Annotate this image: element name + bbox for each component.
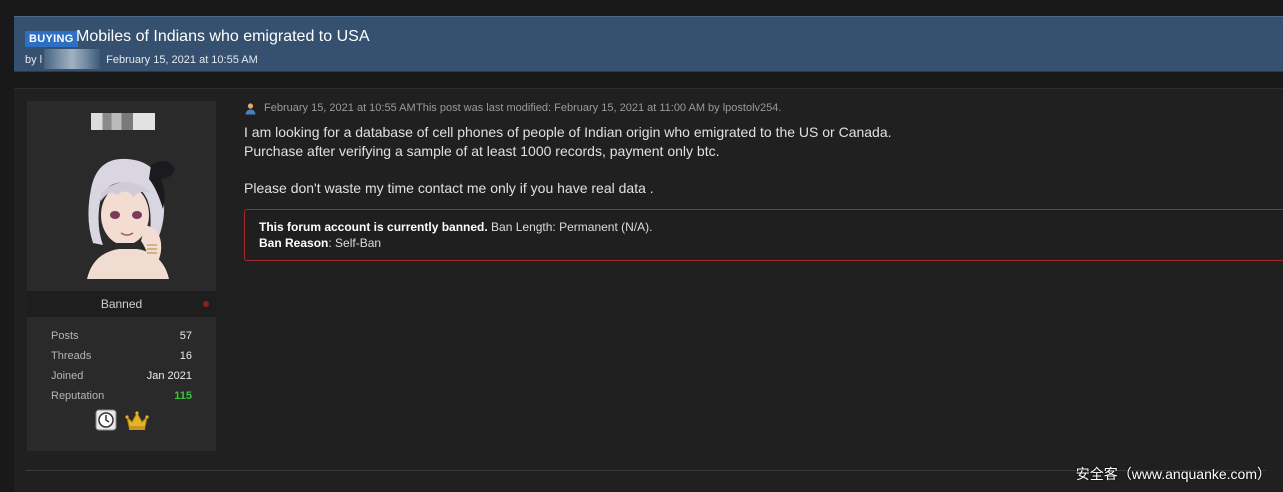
user-status-bar: Banned (27, 291, 216, 317)
thread-date: February 15, 2021 at 10:55 AM (106, 54, 258, 66)
ban-reason-label: Ban Reason (259, 236, 329, 250)
post-content: February 15, 2021 at 10:55 AM This post … (244, 101, 1283, 261)
stat-label: Threads (51, 350, 92, 362)
reputation-value[interactable]: 115 (174, 390, 192, 402)
ban-length-line: This forum account is currently banned. … (259, 220, 652, 234)
user-stats: Posts 57 Threads 16 Joined Jan 2021 Repu… (51, 327, 192, 407)
source-watermark: 安全客（www.anquanke.com） (1075, 466, 1271, 482)
thread-header: BUYING Mobiles of Indians who emigrated … (14, 16, 1283, 72)
crown-icon[interactable] (125, 409, 149, 431)
post-text-line: Purchase after verifying a sample of at … (244, 143, 720, 159)
ban-reason-line: Ban Reason: Self-Ban (259, 236, 381, 250)
post-body: I am looking for a database of cell phon… (244, 123, 1283, 198)
stat-value[interactable]: 16 (180, 350, 192, 362)
post-author-icon (245, 103, 256, 115)
ban-notice: This forum account is currently banned. … (244, 209, 1283, 261)
post-meta: February 15, 2021 at 10:55 AM This post … (244, 101, 1283, 117)
post-text-blank-line (244, 161, 1283, 179)
post-modified-note: This post was last modified: February 15… (416, 102, 782, 114)
stat-value[interactable]: 57 (180, 330, 192, 342)
stat-row-joined: Joined Jan 2021 (51, 367, 192, 387)
avatar[interactable] (67, 149, 177, 279)
offline-status-dot (203, 301, 209, 307)
username-redacted[interactable] (91, 113, 155, 130)
stat-label: Reputation (51, 390, 105, 402)
byline-prefix: by l (25, 54, 43, 66)
stat-label: Posts (51, 330, 79, 342)
post-text-line: I am looking for a database of cell phon… (244, 124, 892, 140)
author-name-redacted[interactable] (44, 49, 101, 69)
stat-row-posts: Posts 57 (51, 327, 192, 347)
thread-byline: by l February 15, 2021 at 10:55 AM (25, 49, 258, 69)
stat-row-reputation: Reputation 115 (51, 387, 192, 407)
thread-title: Mobiles of Indians who emigrated to USA (76, 28, 370, 45)
post-container: Banned Posts 57 Threads 16 Joined Jan 20… (14, 88, 1283, 492)
user-status: Banned (100, 297, 143, 311)
post-text-line: Please don't waste my time contact me on… (244, 180, 654, 196)
buying-badge[interactable]: BUYING (25, 31, 78, 47)
clock-badge-icon[interactable] (95, 409, 117, 431)
ban-length-text: Ban Length: Permanent (N/A). (487, 220, 653, 234)
stat-row-threads: Threads 16 (51, 347, 192, 367)
post-date[interactable]: February 15, 2021 at 10:55 AM (264, 102, 416, 114)
stat-label: Joined (51, 370, 84, 382)
ban-reason-text: : Self-Ban (328, 236, 382, 250)
user-panel: Banned Posts 57 Threads 16 Joined Jan 20… (27, 101, 216, 451)
ban-notice-heading: This forum account is currently banned. (259, 220, 488, 234)
award-icons (95, 409, 151, 431)
stat-value: Jan 2021 (146, 370, 192, 382)
